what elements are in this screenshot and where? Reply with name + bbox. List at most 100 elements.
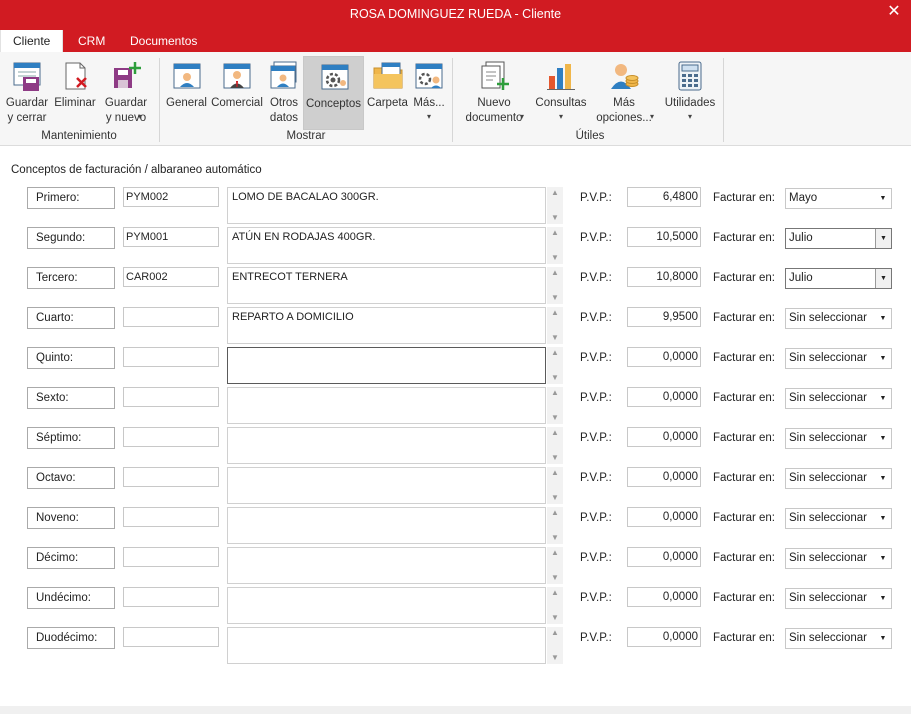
- description-scrollbar[interactable]: ▲ ▼: [547, 467, 563, 504]
- price-input[interactable]: 0,0000: [627, 387, 701, 407]
- price-input[interactable]: 0,0000: [627, 627, 701, 647]
- scroll-down-icon[interactable]: ▼: [547, 652, 563, 664]
- scroll-down-icon[interactable]: ▼: [547, 292, 563, 304]
- concept-code-input[interactable]: [123, 307, 219, 327]
- scroll-up-icon[interactable]: ▲: [547, 507, 563, 519]
- concept-description-input[interactable]: [227, 627, 546, 664]
- tab-crm[interactable]: CRM: [66, 30, 117, 52]
- concept-description-input[interactable]: ATÚN EN RODAJAS 400GR.: [227, 227, 546, 264]
- scroll-up-icon[interactable]: ▲: [547, 227, 563, 239]
- consultas-button[interactable]: Consultas ▾: [532, 56, 590, 128]
- description-scrollbar[interactable]: ▲ ▼: [547, 627, 563, 664]
- save-close-button[interactable]: Guardar y cerrar: [3, 56, 51, 128]
- description-scrollbar[interactable]: ▲ ▼: [547, 347, 563, 384]
- concept-code-input[interactable]: PYM001: [123, 227, 219, 247]
- price-input[interactable]: 0,0000: [627, 427, 701, 447]
- price-input[interactable]: 10,8000: [627, 267, 701, 287]
- scroll-up-icon[interactable]: ▲: [547, 587, 563, 599]
- concept-description-input[interactable]: [227, 547, 546, 584]
- invoice-month-select[interactable]: Julio ▼: [785, 228, 892, 249]
- chevron-down-icon[interactable]: ▼: [875, 549, 891, 568]
- invoice-month-select[interactable]: Sin seleccionar ▼: [785, 508, 892, 529]
- price-input[interactable]: 10,5000: [627, 227, 701, 247]
- scroll-down-icon[interactable]: ▼: [547, 532, 563, 544]
- scroll-up-icon[interactable]: ▲: [547, 427, 563, 439]
- invoice-month-select[interactable]: Mayo ▼: [785, 188, 892, 209]
- invoice-month-select[interactable]: Sin seleccionar ▼: [785, 348, 892, 369]
- concept-code-input[interactable]: [123, 507, 219, 527]
- chevron-down-icon[interactable]: ▼: [875, 469, 891, 488]
- concept-code-input[interactable]: [123, 347, 219, 367]
- conceptos-button[interactable]: Conceptos: [303, 56, 364, 130]
- tab-cliente[interactable]: Cliente: [0, 30, 64, 52]
- description-scrollbar[interactable]: ▲ ▼: [547, 507, 563, 544]
- chevron-down-icon[interactable]: ▼: [875, 269, 891, 288]
- general-button[interactable]: General: [165, 56, 208, 128]
- concept-code-input[interactable]: [123, 467, 219, 487]
- invoice-month-select[interactable]: Julio ▼: [785, 268, 892, 289]
- chevron-down-icon[interactable]: ▼: [875, 509, 891, 528]
- scroll-down-icon[interactable]: ▼: [547, 612, 563, 624]
- concept-description-input[interactable]: [227, 467, 546, 504]
- description-scrollbar[interactable]: ▲ ▼: [547, 187, 563, 224]
- scroll-down-icon[interactable]: ▼: [547, 572, 563, 584]
- close-icon[interactable]: ✕: [885, 3, 903, 21]
- scroll-down-icon[interactable]: ▼: [547, 412, 563, 424]
- scroll-down-icon[interactable]: ▼: [547, 332, 563, 344]
- invoice-month-select[interactable]: Sin seleccionar ▼: [785, 428, 892, 449]
- scroll-down-icon[interactable]: ▼: [547, 492, 563, 504]
- chevron-down-icon[interactable]: ▼: [875, 189, 891, 208]
- utilidades-button[interactable]: Utilidades ▾: [660, 56, 720, 128]
- concept-description-input[interactable]: [227, 347, 546, 384]
- price-input[interactable]: 6,4800: [627, 187, 701, 207]
- description-scrollbar[interactable]: ▲ ▼: [547, 427, 563, 464]
- concept-description-input[interactable]: ENTRECOT TERNERA: [227, 267, 546, 304]
- chevron-down-icon[interactable]: ▼: [875, 349, 891, 368]
- scroll-up-icon[interactable]: ▲: [547, 267, 563, 279]
- save-new-button[interactable]: Guardar y nuevo ▾: [100, 56, 152, 128]
- description-scrollbar[interactable]: ▲ ▼: [547, 587, 563, 624]
- scroll-down-icon[interactable]: ▼: [547, 212, 563, 224]
- carpeta-button[interactable]: Carpeta: [366, 56, 409, 128]
- scroll-down-icon[interactable]: ▼: [547, 372, 563, 384]
- scroll-down-icon[interactable]: ▼: [547, 452, 563, 464]
- scroll-down-icon[interactable]: ▼: [547, 252, 563, 264]
- chevron-down-icon[interactable]: ▼: [875, 429, 891, 448]
- concept-code-input[interactable]: [123, 387, 219, 407]
- price-input[interactable]: 9,9500: [627, 307, 701, 327]
- concept-description-input[interactable]: REPARTO A DOMICILIO: [227, 307, 546, 344]
- otros-datos-button[interactable]: Otros datos: [266, 56, 302, 128]
- invoice-month-select[interactable]: Sin seleccionar ▼: [785, 388, 892, 409]
- concept-code-input[interactable]: [123, 427, 219, 447]
- concept-code-input[interactable]: [123, 587, 219, 607]
- chevron-down-icon[interactable]: ▼: [875, 309, 891, 328]
- nuevo-documento-button[interactable]: Nuevo documento ▾: [458, 56, 530, 128]
- mas-opciones-button[interactable]: Más opciones... ▾: [592, 56, 656, 128]
- invoice-month-select[interactable]: Sin seleccionar ▼: [785, 308, 892, 329]
- invoice-month-select[interactable]: Sin seleccionar ▼: [785, 548, 892, 569]
- scroll-up-icon[interactable]: ▲: [547, 187, 563, 199]
- comercial-button[interactable]: Comercial: [210, 56, 264, 128]
- mas-button[interactable]: Más... ▾: [410, 56, 448, 128]
- scroll-up-icon[interactable]: ▲: [547, 387, 563, 399]
- invoice-month-select[interactable]: Sin seleccionar ▼: [785, 588, 892, 609]
- concept-description-input[interactable]: [227, 587, 546, 624]
- scroll-up-icon[interactable]: ▲: [547, 307, 563, 319]
- chevron-down-icon[interactable]: ▼: [875, 389, 891, 408]
- description-scrollbar[interactable]: ▲ ▼: [547, 267, 563, 304]
- price-input[interactable]: 0,0000: [627, 347, 701, 367]
- chevron-down-icon[interactable]: ▼: [875, 589, 891, 608]
- concept-description-input[interactable]: [227, 427, 546, 464]
- invoice-month-select[interactable]: Sin seleccionar ▼: [785, 468, 892, 489]
- description-scrollbar[interactable]: ▲ ▼: [547, 307, 563, 344]
- price-input[interactable]: 0,0000: [627, 507, 701, 527]
- scroll-up-icon[interactable]: ▲: [547, 347, 563, 359]
- concept-description-input[interactable]: LOMO DE BACALAO 300GR.: [227, 187, 546, 224]
- price-input[interactable]: 0,0000: [627, 467, 701, 487]
- scroll-up-icon[interactable]: ▲: [547, 467, 563, 479]
- tab-documentos[interactable]: Documentos: [118, 30, 209, 52]
- concept-code-input[interactable]: PYM002: [123, 187, 219, 207]
- price-input[interactable]: 0,0000: [627, 587, 701, 607]
- concept-code-input[interactable]: CAR002: [123, 267, 219, 287]
- description-scrollbar[interactable]: ▲ ▼: [547, 547, 563, 584]
